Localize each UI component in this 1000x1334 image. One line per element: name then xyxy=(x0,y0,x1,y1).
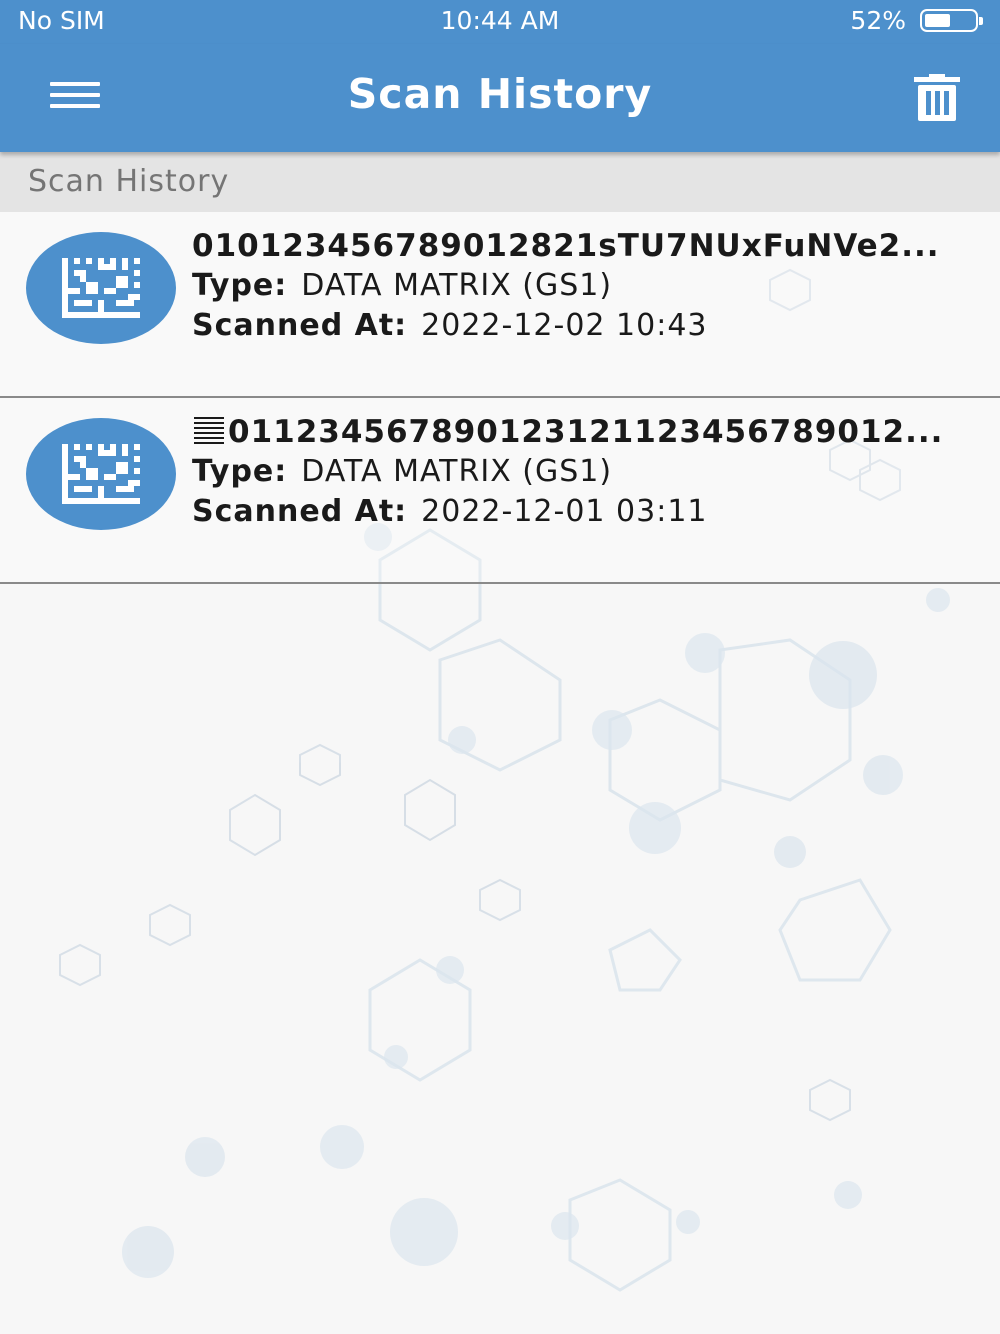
scan-row[interactable]: 01012345678901282​1sTU7NUxFuNVe2... Type… xyxy=(0,212,1000,398)
scan-history-list: 01012345678901282​1sTU7NUxFuNVe2... Type… xyxy=(0,212,1000,584)
scanned-at-label: Scanned At: xyxy=(192,308,408,343)
scan-timestamp: 2022-12-01 03:11 xyxy=(421,494,708,529)
battery-percentage: 52% xyxy=(850,6,906,35)
data-matrix-icon xyxy=(26,418,176,530)
scan-type: DATA MATRIX (GS1) xyxy=(301,268,613,303)
scanned-at-label: Scanned At: xyxy=(192,494,408,529)
nav-bar: Scan History xyxy=(0,44,1000,152)
type-label: Type: xyxy=(192,454,288,489)
group-separator-icon xyxy=(192,413,226,447)
type-label: Type: xyxy=(192,268,288,303)
battery-icon xyxy=(920,9,983,32)
section-title: Scan History xyxy=(28,164,230,199)
data-matrix-icon xyxy=(26,232,176,344)
scan-type: DATA MATRIX (GS1) xyxy=(301,454,613,489)
section-header: Scan History xyxy=(0,152,1000,212)
status-bar: No SIM 10:44 AM 52% xyxy=(0,0,1000,44)
scan-timestamp: 2022-12-02 10:43 xyxy=(421,308,708,343)
trash-icon[interactable] xyxy=(914,74,960,122)
page-title: Scan History xyxy=(347,70,653,118)
scan-code: 011234567890123121123456789012... xyxy=(228,414,944,450)
scan-code-line: 011234567890123121123456789012... xyxy=(192,412,982,452)
scan-row[interactable]: 011234567890123121123456789012... Type: D… xyxy=(0,398,1000,584)
scan-code: 01012345678901282​1sTU7NUxFuNVe2... xyxy=(192,228,940,264)
